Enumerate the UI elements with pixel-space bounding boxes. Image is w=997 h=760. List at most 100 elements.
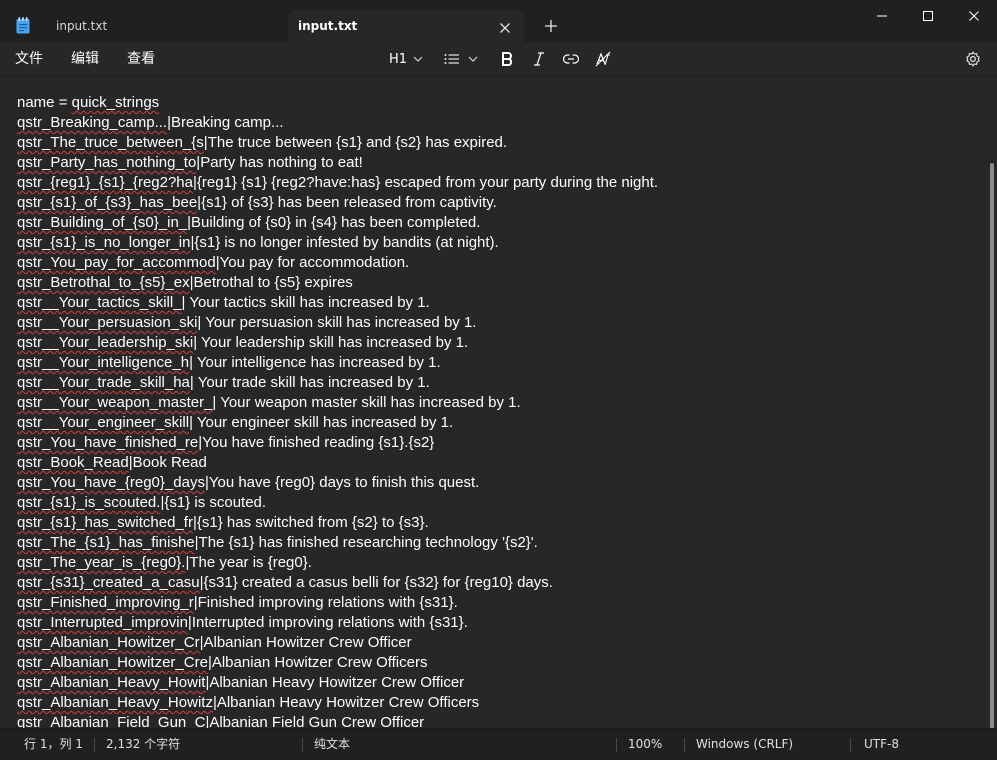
line-text: |The truce between {s1} and {s2} has exp… bbox=[203, 134, 508, 151]
text-line[interactable]: qstr_{s1}_is_scouted.|{s1} is scouted. bbox=[17, 493, 977, 513]
line-text: |{s1} is scouted. bbox=[160, 494, 267, 511]
tab-inactive[interactable]: input.txt bbox=[46, 10, 286, 42]
text-line[interactable]: name = quick_strings bbox=[17, 93, 977, 113]
italic-icon bbox=[533, 52, 545, 66]
spellcheck-flagged-text: qstr__Your_intelligence_h bbox=[17, 354, 190, 371]
spellcheck-flagged-text: qstr_Interrupted_improvin bbox=[17, 614, 188, 631]
line-text: |You have {reg0} days to finish this que… bbox=[204, 474, 480, 491]
line-text: |Breaking camp... bbox=[167, 114, 284, 131]
line-text: |The {s1} has finished researching techn… bbox=[194, 534, 538, 551]
spellcheck-flagged-text: qstr__Your_weapon_master_ bbox=[17, 394, 213, 411]
settings-button[interactable] bbox=[962, 42, 984, 76]
close-tab-icon[interactable] bbox=[496, 17, 514, 35]
text-line[interactable]: qstr_Albanian_Heavy_Howitz|Albanian Heav… bbox=[17, 693, 977, 713]
menu-bar: 文件 编辑 查看 H1 bbox=[0, 42, 997, 76]
spellcheck-flagged-text: qstr_{s1}_has_switched_fr bbox=[17, 514, 193, 531]
text-line[interactable]: qstr_The_{s1}_has_finishe|The {s1} has f… bbox=[17, 533, 977, 553]
tab-label: input.txt bbox=[298, 19, 358, 33]
line-text: |{s1} is no longer infested by bandits (… bbox=[190, 234, 499, 251]
text-line[interactable]: qstr_Albanian_Howitzer_Cre|Albanian Howi… bbox=[17, 653, 977, 673]
text-line[interactable]: qstr__Your_engineer_skill| Your engineer… bbox=[17, 413, 977, 433]
link-button[interactable] bbox=[560, 42, 582, 76]
spellcheck-flagged-text: qstr_Building_of_{s0}_in_ bbox=[17, 214, 188, 231]
gear-icon bbox=[965, 51, 981, 67]
bold-button[interactable] bbox=[496, 42, 518, 76]
text-line[interactable]: qstr_Building_of_{s0}_in_|Building of {s… bbox=[17, 213, 977, 233]
close-window-button[interactable] bbox=[951, 0, 997, 32]
spellcheck-flagged-text: qstr_Albanian_Heavy_Howit bbox=[17, 674, 206, 691]
text-line[interactable]: qstr__Your_trade_skill_ha| Your trade sk… bbox=[17, 373, 977, 393]
line-text: |Finished improving relations with {s31}… bbox=[193, 594, 458, 611]
spellcheck-flagged-text: qstr_{reg1}_{s1}_{reg2?ha bbox=[17, 174, 193, 191]
tab-active[interactable]: input.txt bbox=[288, 10, 524, 42]
editor-content[interactable]: name = quick_strings qstr_Breaking_camp..… bbox=[17, 93, 977, 729]
menu-file[interactable]: 文件 bbox=[15, 42, 43, 76]
line-text: |{s1} of {s3} has been released from cap… bbox=[197, 194, 497, 211]
text-line[interactable]: qstr_Betrothal_to_{s5}_ex|Betrothal to {… bbox=[17, 273, 977, 293]
heading-dropdown[interactable]: H1 bbox=[384, 42, 428, 76]
text-line[interactable]: qstr_{s1}_of_{s3}_has_bee|{s1} of {s3} h… bbox=[17, 193, 977, 213]
text-line[interactable]: qstr_You_pay_for_accommod|You pay for ac… bbox=[17, 253, 977, 273]
text-line[interactable]: qstr_Interrupted_improvin|Interrupted im… bbox=[17, 613, 977, 633]
text-line[interactable]: qstr_The_year_is_{reg0}.|The year is {re… bbox=[17, 553, 977, 573]
text-line[interactable]: qstr_Albanian_Howitzer_Cr|Albanian Howit… bbox=[17, 633, 977, 653]
spellcheck-flagged-text: qstr_You_have_finished_re bbox=[17, 434, 199, 451]
text-format[interactable]: 纯文本 bbox=[314, 729, 350, 760]
vertical-scrollbar[interactable] bbox=[990, 163, 994, 729]
line-text: | Your trade skill has increased by 1. bbox=[189, 374, 430, 391]
text-line[interactable]: qstr__Your_leadership_ski| Your leadersh… bbox=[17, 333, 977, 353]
spellcheck-flagged-text: qstr_Betrothal_to_{s5}_ex bbox=[17, 274, 190, 291]
text-line[interactable]: qstr_Breaking_camp...|Breaking camp... bbox=[17, 113, 977, 133]
line-text: |Betrothal to {s5} expires bbox=[189, 274, 353, 291]
line-text: name = bbox=[17, 94, 72, 111]
menu-edit[interactable]: 编辑 bbox=[71, 42, 99, 76]
line-text: | Your intelligence has increased by 1. bbox=[189, 354, 441, 371]
zoom-level[interactable]: 100% bbox=[628, 729, 662, 760]
text-line[interactable]: qstr_{reg1}_{s1}_{reg2?ha|{reg1} {s1} {r… bbox=[17, 173, 977, 193]
heading-label: H1 bbox=[388, 51, 408, 67]
text-line[interactable]: qstr_Book_Read|Book Read bbox=[17, 453, 977, 473]
text-line[interactable]: qstr_You_have_finished_re|You have finis… bbox=[17, 433, 977, 453]
encoding[interactable]: UTF-8 bbox=[864, 729, 899, 760]
line-ending[interactable]: Windows (CRLF) bbox=[696, 729, 793, 760]
minimize-icon bbox=[876, 7, 888, 26]
status-divider bbox=[684, 738, 685, 752]
text-line[interactable]: qstr__Your_intelligence_h| Your intellig… bbox=[17, 353, 977, 373]
line-text: |Albanian Heavy Howitzer Crew Officers bbox=[212, 694, 480, 711]
text-line[interactable]: qstr__Your_tactics_skill_| Your tactics … bbox=[17, 293, 977, 313]
line-text: |{s1} has switched from {s2} to {s3}. bbox=[192, 514, 429, 531]
text-line[interactable]: qstr_Finished_improving_r|Finished impro… bbox=[17, 593, 977, 613]
text-line[interactable]: qstr_Party_has_nothing_to|Party has noth… bbox=[17, 153, 977, 173]
clear-format-button[interactable] bbox=[592, 42, 614, 76]
text-line[interactable]: qstr_Albanian_Field_Gun_C|Albanian Field… bbox=[17, 713, 977, 729]
cursor-position: 行 1，列 1 bbox=[24, 737, 83, 751]
text-line[interactable]: qstr__Your_weapon_master_| Your weapon m… bbox=[17, 393, 977, 413]
character-count: 2,132 个字符 bbox=[106, 737, 181, 751]
spellcheck-flagged-text: qstr_Albanian_Field_Gun_C bbox=[17, 714, 206, 729]
line-text: |Building of {s0} in {s4} has been compl… bbox=[187, 214, 481, 231]
maximize-button[interactable] bbox=[905, 0, 951, 32]
text-line[interactable]: qstr_Albanian_Heavy_Howit|Albanian Heavy… bbox=[17, 673, 977, 693]
line-text: |{reg1} {s1} {reg2?have:has} escaped fro… bbox=[193, 174, 659, 191]
line-text: |Albanian Howitzer Crew Officers bbox=[207, 654, 428, 671]
minimize-button[interactable] bbox=[859, 0, 905, 32]
text-line[interactable]: qstr_You_have_{reg0}_days|You have {reg0… bbox=[17, 473, 977, 493]
menu-view[interactable]: 查看 bbox=[127, 42, 155, 76]
list-dropdown[interactable] bbox=[440, 42, 482, 76]
text-editor[interactable]: name = quick_strings qstr_Breaking_camp..… bbox=[0, 76, 997, 729]
spellcheck-flagged-text: qstr__Your_engineer_skill bbox=[17, 414, 190, 431]
text-line[interactable]: qstr_{s1}_is_no_longer_in|{s1} is no lon… bbox=[17, 233, 977, 253]
spellcheck-flagged-text: qstr_{s1}_of_{s3}_has_bee bbox=[17, 194, 198, 211]
text-line[interactable]: qstr__Your_persuasion_ski| Your persuasi… bbox=[17, 313, 977, 333]
spellcheck-flagged-text: qstr_The_year_is_{reg0}. bbox=[17, 554, 186, 571]
line-text: |You have finished reading {s1}.{s2} bbox=[198, 434, 435, 451]
text-line[interactable]: qstr_{s1}_has_switched_fr|{s1} has switc… bbox=[17, 513, 977, 533]
spellcheck-flagged-text: qstr_{s1}_is_scouted. bbox=[17, 494, 161, 511]
text-line[interactable]: qstr_The_truce_between_{s|The truce betw… bbox=[17, 133, 977, 153]
italic-button[interactable] bbox=[528, 42, 550, 76]
spellcheck-flagged-text: qstr_Albanian_Howitzer_Cre bbox=[17, 654, 208, 671]
status-divider bbox=[850, 738, 851, 752]
new-tab-icon[interactable] bbox=[541, 16, 561, 36]
status-divider bbox=[302, 738, 303, 752]
text-line[interactable]: qstr_{s31}_created_a_casu|{s31} created … bbox=[17, 573, 977, 593]
